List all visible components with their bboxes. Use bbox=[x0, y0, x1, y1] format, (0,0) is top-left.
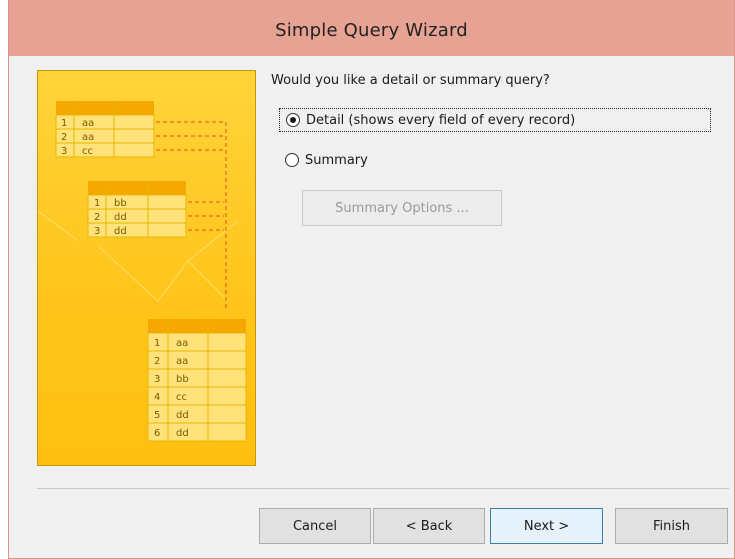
wizard-window: Simple Query Wizard 1 aa 2 aa 3 cc 1 bb … bbox=[8, 0, 735, 559]
query-type-question: Would you like a detail or summary query… bbox=[271, 73, 550, 88]
summary-option[interactable]: Summary bbox=[279, 148, 368, 172]
result-table: 1 aa 2 aa 3 bb 4 cc 5 dd 6 dd bbox=[147, 319, 247, 442]
source-table-b: 1 bb 2 dd 3 dd bbox=[87, 181, 224, 238]
finish-button[interactable]: Finish bbox=[615, 508, 728, 544]
table-cell: dd bbox=[114, 212, 127, 223]
source-table-a: 1 aa 2 aa 3 cc bbox=[55, 101, 224, 158]
table-cell: bb bbox=[114, 198, 127, 209]
table-cell: dd bbox=[176, 428, 189, 439]
table-cell: 2 bbox=[61, 132, 67, 143]
table-cell: 5 bbox=[154, 410, 160, 421]
cancel-button[interactable]: Cancel bbox=[259, 508, 371, 544]
divider bbox=[37, 488, 729, 489]
detail-radio-button[interactable] bbox=[286, 113, 300, 127]
table-cell: 3 bbox=[61, 146, 67, 157]
table-cell: 1 bbox=[94, 198, 100, 209]
table-cell: 2 bbox=[154, 356, 160, 367]
summary-option-label[interactable]: Summary bbox=[305, 153, 368, 168]
detail-option-label[interactable]: Detail (shows every field of every recor… bbox=[306, 113, 575, 128]
table-cell: cc bbox=[82, 146, 93, 157]
window-title: Simple Query Wizard bbox=[275, 20, 468, 41]
detail-option[interactable]: Detail (shows every field of every recor… bbox=[279, 108, 711, 132]
table-cell: 6 bbox=[154, 428, 160, 439]
table-cell: dd bbox=[114, 226, 127, 237]
summary-radio-button[interactable] bbox=[285, 153, 299, 167]
table-cell: 3 bbox=[154, 374, 160, 385]
summary-options-button[interactable]: Summary Options ... bbox=[302, 190, 502, 226]
table-cell: 2 bbox=[94, 212, 100, 223]
query-wizard-illustration: 1 aa 2 aa 3 cc 1 bb 2 dd 3 dd 1 aa 2 aa … bbox=[37, 70, 256, 466]
table-cell: 1 bbox=[154, 338, 160, 349]
next-button[interactable]: Next > bbox=[490, 508, 603, 544]
table-cell: aa bbox=[176, 338, 188, 349]
table-cell: 3 bbox=[94, 226, 100, 237]
table-cell: bb bbox=[176, 374, 189, 385]
back-button[interactable]: < Back bbox=[373, 508, 485, 544]
table-cell: aa bbox=[82, 118, 94, 129]
table-cell: aa bbox=[82, 132, 94, 143]
table-cell: aa bbox=[176, 356, 188, 367]
table-cell: cc bbox=[176, 392, 187, 403]
table-cell: 4 bbox=[154, 392, 160, 403]
illustration-graphic: 1 aa 2 aa 3 cc 1 bb 2 dd 3 dd 1 aa 2 aa … bbox=[38, 101, 247, 442]
title-bar: Simple Query Wizard bbox=[9, 0, 734, 56]
table-cell: dd bbox=[176, 410, 189, 421]
table-cell: 1 bbox=[61, 118, 67, 129]
